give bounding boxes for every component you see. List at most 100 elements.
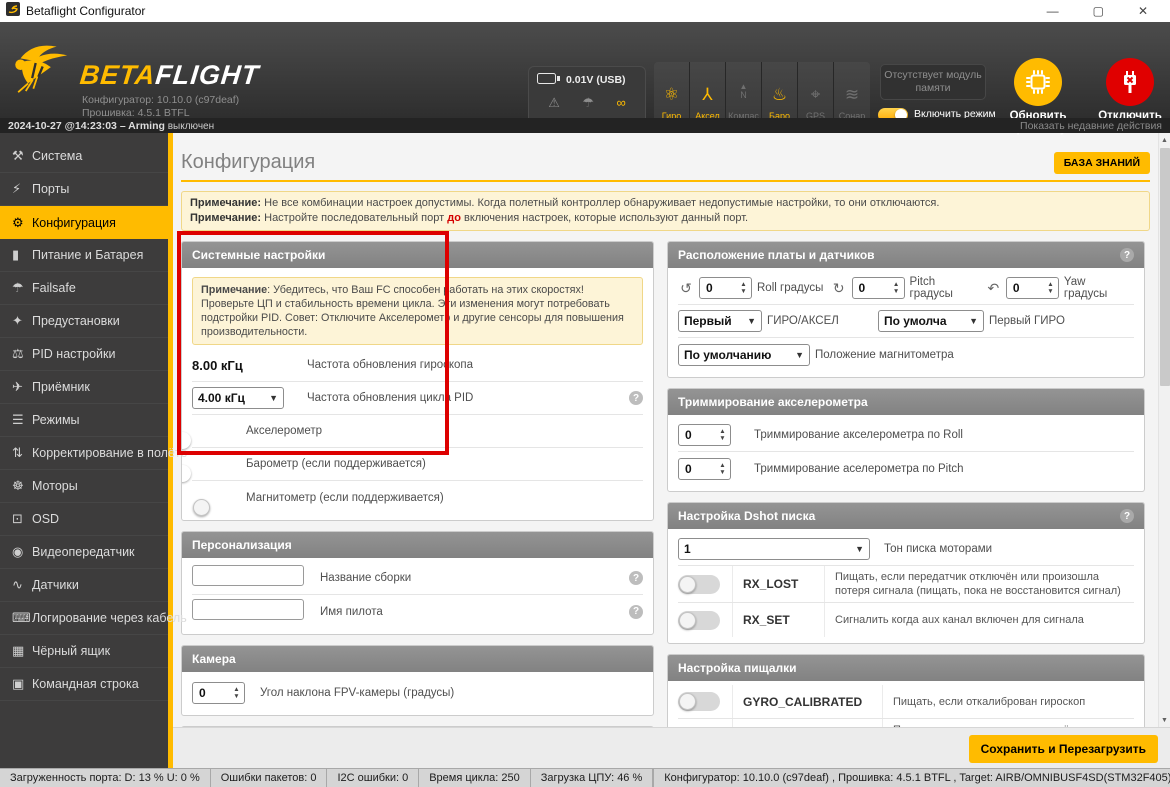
blackbox-icon: ▦	[12, 643, 25, 658]
magnetometer-row: Магнитометр (если поддерживается)	[192, 481, 643, 516]
help-icon[interactable]: ?	[629, 391, 643, 405]
sidebar-item-adjustments[interactable]: ⇅ Корректирование в полёте	[0, 437, 187, 470]
dshot-rx-set-toggle[interactable]	[678, 610, 720, 630]
gyro-accel-select[interactable]: Первый ▼	[678, 310, 762, 332]
mag-alignment-row: По умолчанию ▼ Положение магнитометра	[678, 338, 1134, 371]
cpu-load-status: Загрузка ЦПУ: 46 %	[531, 769, 654, 787]
spinner-arrows[interactable]: ▲ ▼	[736, 278, 751, 298]
spinner-arrows[interactable]: ▲ ▼	[715, 459, 730, 479]
first-gyro-select[interactable]: По умолча ▼	[878, 310, 984, 332]
minimize-button[interactable]: —	[1047, 0, 1059, 22]
accel-trim-pitch-row: 0 ▲ ▼ Триммирование аселерометра по Pitch	[678, 452, 1134, 485]
sidebar-item-osd[interactable]: ⊡ OSD	[0, 503, 168, 536]
beeper-condition-row: RX_LOST Пищать, если передатчик отключён…	[678, 719, 1134, 727]
beacon-tone-select[interactable]: 1 ▼	[678, 538, 870, 560]
sidebar-item-sensors[interactable]: ∿ Датчики	[0, 569, 168, 602]
window-title: Betaflight Configurator	[26, 4, 146, 18]
sidebar-item-receiver[interactable]: ✈ Приёмник	[0, 371, 168, 404]
accel-trim-roll-input[interactable]: 0 ▲ ▼	[678, 424, 731, 446]
beacon-tone-row: 1 ▼ Тон писка моторами	[678, 533, 1134, 566]
chevron-down-icon: ▼	[855, 544, 864, 554]
gps-icon: ⌖	[810, 85, 821, 104]
link-icon: ∞	[616, 95, 626, 110]
craft-name-input[interactable]	[192, 565, 304, 586]
dshot-rx-lost-toggle[interactable]	[678, 574, 720, 594]
yaw-degrees-input[interactable]: 0 ▲ ▼	[1005, 277, 1059, 299]
sidebar-item-configuration[interactable]: ⚙ Конфигурация	[0, 206, 173, 239]
camera-angle-row: 0 ▲ ▼ Угол наклона FPV-камеры (градусы)	[192, 676, 643, 709]
pitch-rotation-icon: ↻	[832, 279, 845, 296]
arming-status-text: 2024-10-27 @14:23:03 – Arming выключен	[8, 119, 215, 132]
panel-header: Настройка Dshot писка?	[668, 503, 1144, 529]
spinner-arrows[interactable]: ▲ ▼	[1043, 278, 1058, 298]
pitch-degrees-input[interactable]: 0 ▲ ▼	[851, 277, 905, 299]
spinner-arrows[interactable]: ▲ ▼	[889, 278, 904, 298]
scroll-up-arrow[interactable]: ▲	[1159, 133, 1170, 147]
help-icon[interactable]: ?	[629, 571, 643, 585]
spinner-arrows[interactable]: ▲ ▼	[229, 683, 244, 703]
close-button[interactable]: ✕	[1138, 0, 1148, 22]
barometer-icon: ♨	[771, 85, 788, 104]
dshot-condition-row: RX_SET Сигналить когда aux канал включен…	[678, 603, 1134, 637]
camera-angle-input[interactable]: 0 ▲ ▼	[192, 681, 245, 704]
pid-frequency-select[interactable]: 4.00 кГц ▼	[192, 387, 284, 409]
knowledge-base-button[interactable]: БАЗА ЗНАНИЙ	[1053, 151, 1150, 174]
condition-description: Пищать, если передатчик отключён или про…	[882, 719, 1134, 727]
sensor-gyro: ⚛ Гиро	[654, 62, 690, 126]
yaw-rotation-icon: ↶	[987, 279, 1000, 296]
wave-icon: ∿	[12, 577, 23, 592]
save-reboot-button[interactable]: Сохранить и Перезагрузить	[968, 735, 1158, 763]
spinner-arrows[interactable]: ▲ ▼	[715, 425, 730, 445]
panel-header: Системные настройки	[182, 242, 653, 268]
system-note: Примечание: Убедитесь, что Ваш FC способ…	[192, 277, 643, 345]
sidebar-item-motors[interactable]: ☸ Моторы	[0, 470, 168, 503]
help-icon[interactable]: ?	[1120, 248, 1134, 262]
sliders-icon: ⇅	[12, 445, 23, 460]
scroll-down-arrow[interactable]: ▼	[1159, 713, 1170, 727]
sensor-compass: ▲ N Компас	[726, 62, 762, 126]
gyro-frequency-value: 8.00 кГц	[192, 357, 243, 373]
sidebar-item-cli[interactable]: ▣ Командная строка	[0, 668, 168, 701]
page-note: Примечание: Не все комбинации настроек д…	[181, 191, 1150, 231]
sidebar-item-failsafe[interactable]: ☂ Failsafe	[0, 272, 168, 305]
maximize-button[interactable]: ▢	[1093, 0, 1104, 22]
mag-alignment-select[interactable]: По умолчанию ▼	[678, 343, 810, 366]
board-rotation-row: ↺ 0 ▲ ▼ Roll градусы ↻ 0 ▲ ▼ Pitch градусы ↶…	[678, 272, 1134, 305]
sidebar-item-onboard-logging[interactable]: ⌨ Логирование через кабель	[0, 602, 187, 635]
sidebar-item-ports[interactable]: ⚡ Порты	[0, 173, 168, 206]
camera-panel: Камера 0 ▲ ▼ Угол наклона FPV-камеры (град…	[181, 645, 654, 716]
status-bar: Загруженность порта: D: 13 % U: 0 % Ошиб…	[0, 768, 1170, 787]
configurator-version: Конфигуратор: 10.10.0 (c97deaf)	[82, 94, 240, 106]
sidebar-item-modes[interactable]: ☰ Режимы	[0, 404, 168, 437]
sidebar-item-pid-tuning[interactable]: ⚖ PID настройки	[0, 338, 168, 371]
battery-voltage: 0.01V (USB)	[566, 74, 626, 86]
sidebar-item-system[interactable]: ⚒ Система	[0, 140, 168, 173]
panel-header: Триммирование акселерометра	[668, 389, 1144, 415]
disconnect-button[interactable]: Отключить	[1094, 58, 1166, 123]
sidebar-item-blackbox[interactable]: ▦ Чёрный ящик	[0, 635, 168, 668]
sidebar-item-video-transmitter[interactable]: ◉ Видеопередатчик	[0, 536, 168, 569]
osd-icon: ⊡	[12, 511, 23, 526]
betaflight-wordmark: BETAFLIGHT	[78, 60, 261, 90]
gyro-calibrated-toggle[interactable]	[678, 692, 720, 711]
roll-degrees-input[interactable]: 0 ▲ ▼	[699, 277, 752, 299]
plug-icon: ⚡	[12, 181, 22, 196]
tab-sidebar: ⚒ Система ⚡ Порты ⚙ Конфигурация ▮ Питание и…	[0, 133, 187, 768]
sidebar-item-presets[interactable]: ✦ Предустановки	[0, 305, 168, 338]
content-scrollbar[interactable]: ▲ ▼	[1158, 133, 1170, 727]
pilot-name-input[interactable]	[192, 598, 304, 620]
help-icon[interactable]: ?	[629, 604, 643, 619]
sensor-gps: ⌖ GPS	[798, 62, 834, 126]
scrollbar-thumb[interactable]	[1160, 148, 1170, 386]
condition-description: Сигналить когда aux канал включен для си…	[824, 603, 1134, 637]
help-icon[interactable]: ?	[1120, 509, 1134, 523]
panel-header: Расположение платы и датчиков?	[668, 242, 1144, 268]
accel-trim-pitch-input[interactable]: 0 ▲ ▼	[678, 457, 731, 480]
sidebar-item-power-battery[interactable]: ▮ Питание и Батарея	[0, 239, 168, 272]
craft-name-row: Название сборки ?	[192, 562, 643, 595]
show-log-link[interactable]: Показать недавние действия	[1020, 120, 1162, 132]
battery-icon: ▮	[12, 247, 20, 262]
terminal-icon: ▣	[12, 676, 25, 691]
board-alignment-panel: Расположение платы и датчиков? ↺ 0 ▲ ▼ Rol…	[667, 241, 1145, 378]
port-usage-status: Загруженность порта: D: 13 % U: 0 %	[0, 769, 211, 787]
